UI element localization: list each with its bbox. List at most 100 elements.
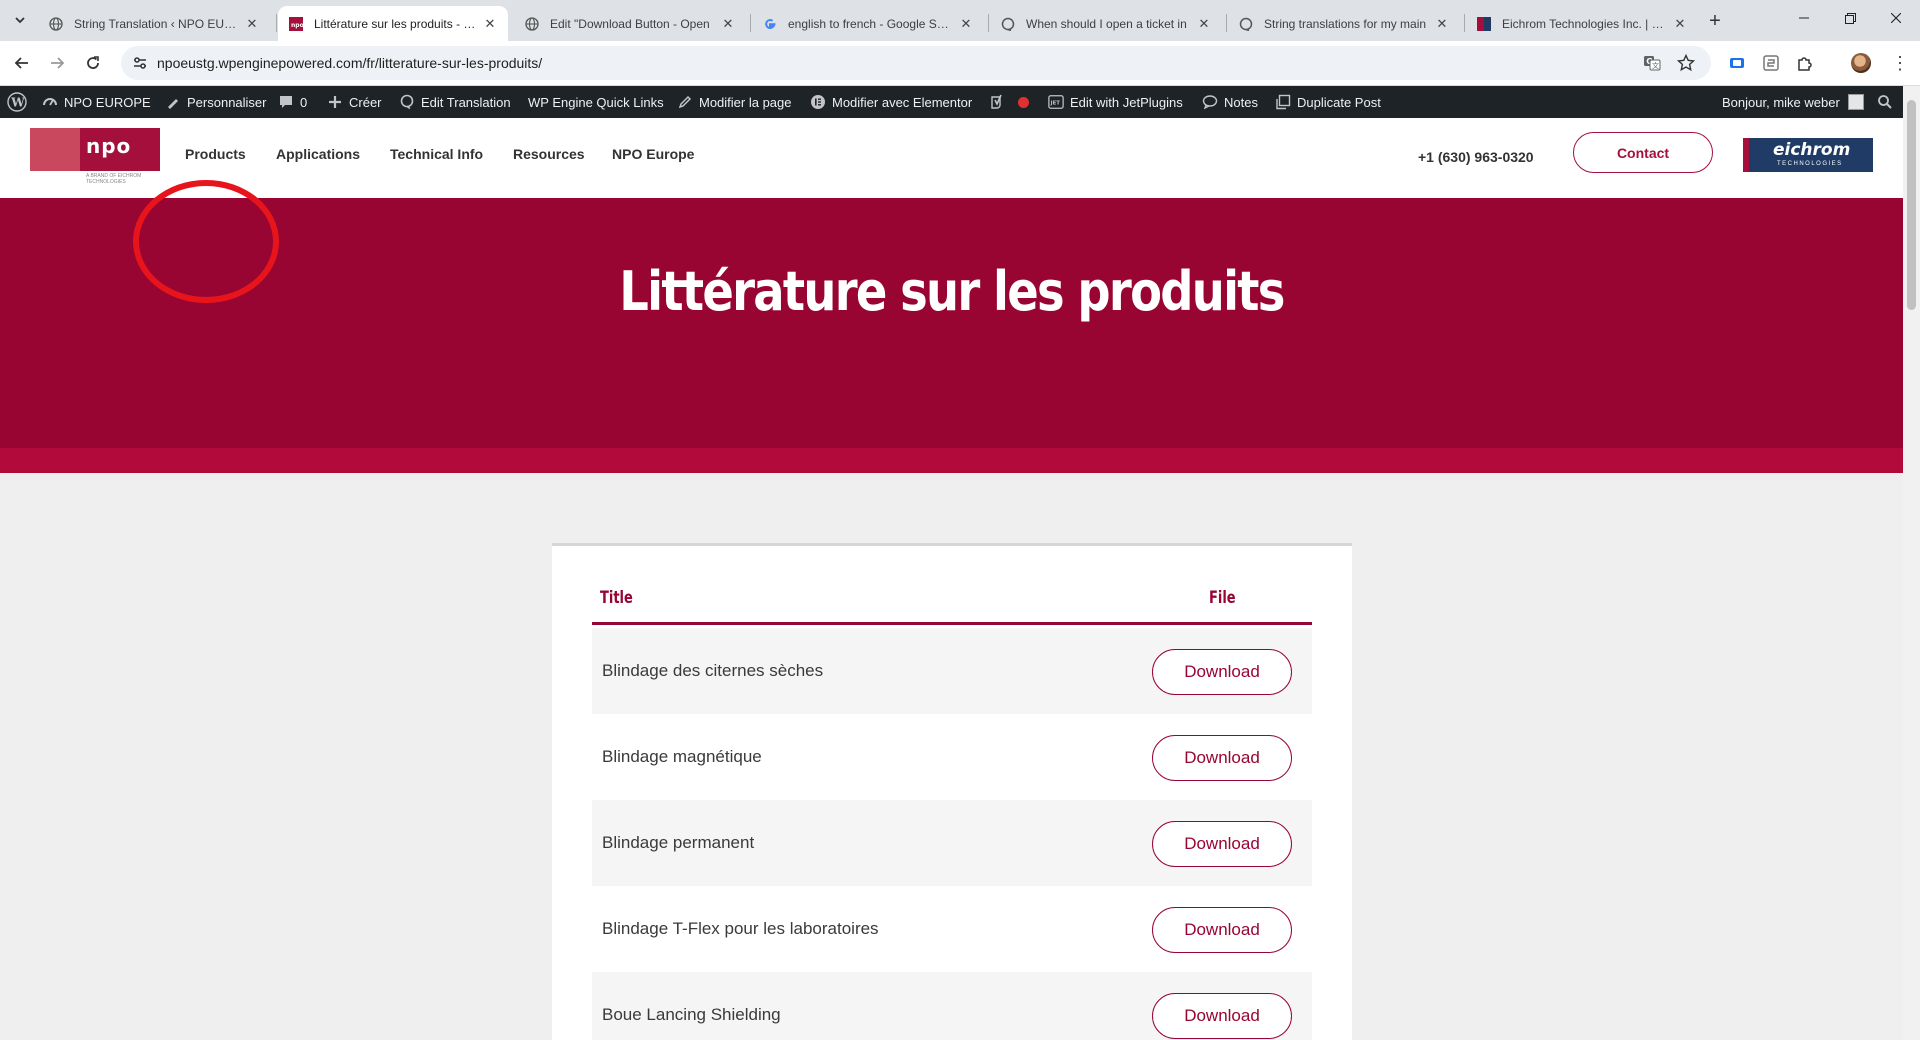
edit-elementor-label: Modifier avec Elementor bbox=[832, 94, 973, 110]
download-button[interactable]: Download bbox=[1152, 907, 1292, 953]
browser-tab-strip: String Translation ‹ NPO EUROPE ✕ npo Li… bbox=[0, 0, 1920, 41]
phone-number[interactable]: +1 (630) 963-0320 bbox=[1418, 149, 1534, 165]
browser-tab[interactable]: String translations for my main ✕ bbox=[1228, 6, 1460, 41]
extension-icon[interactable] bbox=[1760, 52, 1782, 74]
eichrom-logo[interactable]: eichrom TECHNOLOGIES bbox=[1743, 138, 1873, 172]
logo-subtitle: A BRAND OF EICHROM TECHNOLOGIES bbox=[86, 173, 142, 185]
admin-new[interactable]: Créer bbox=[327, 86, 382, 118]
admin-edit-elementor[interactable]: Modifier avec Elementor bbox=[810, 86, 972, 118]
new-tab-button[interactable]: + bbox=[1703, 9, 1727, 33]
reload-icon[interactable] bbox=[79, 49, 107, 77]
table-header: Title File bbox=[592, 586, 1312, 625]
dashboard-icon bbox=[42, 94, 58, 110]
scrollbar-thumb[interactable] bbox=[1907, 100, 1916, 310]
logo-text: npo bbox=[86, 134, 132, 158]
download-button[interactable]: Download bbox=[1152, 735, 1292, 781]
nav-item-applications[interactable]: Applications bbox=[276, 146, 360, 162]
nav-item-npo-europe[interactable]: NPO Europe bbox=[612, 146, 694, 162]
column-header-title: Title bbox=[600, 588, 633, 608]
tab-title: String translations for my main bbox=[1264, 16, 1427, 31]
admin-jetplugins[interactable]: JET Edit with JetPlugins bbox=[1048, 86, 1183, 118]
back-arrow-icon[interactable] bbox=[8, 49, 36, 77]
jetplugins-icon: JET bbox=[1048, 94, 1064, 110]
wordpress-logo-icon[interactable]: W bbox=[7, 86, 27, 118]
puzzle-extensions-icon[interactable] bbox=[1794, 52, 1816, 74]
svg-text:npo: npo bbox=[291, 22, 303, 29]
admin-duplicate-post[interactable]: Duplicate Post bbox=[1275, 86, 1381, 118]
close-icon[interactable]: ✕ bbox=[1672, 16, 1688, 32]
logo-accent bbox=[1743, 138, 1749, 172]
admin-edit-translation[interactable]: Edit Translation bbox=[399, 86, 511, 118]
table-row: Blindage des citernes sèches Download bbox=[592, 628, 1312, 714]
svg-text:文: 文 bbox=[1652, 61, 1659, 70]
page-scrollbar[interactable] bbox=[1903, 86, 1920, 1040]
admin-site-name[interactable]: NPO EUROPE bbox=[42, 86, 151, 118]
page-title: Littérature sur les produits bbox=[619, 260, 1285, 323]
document-title: Blindage magnétique bbox=[602, 747, 762, 766]
tab-title: String Translation ‹ NPO EUROPE bbox=[74, 16, 238, 31]
tab-title: Eichrom Technologies Inc. | Radio bbox=[1502, 16, 1666, 31]
browser-tab[interactable]: english to french - Google Search ✕ bbox=[752, 6, 984, 41]
close-icon[interactable]: ✕ bbox=[482, 16, 498, 32]
column-header-file: File bbox=[1209, 588, 1236, 608]
admin-wp-engine[interactable]: WP Engine Quick Links bbox=[528, 86, 664, 118]
restore-icon[interactable] bbox=[1827, 0, 1873, 36]
comments-count: 0 bbox=[300, 94, 308, 110]
contact-button[interactable]: Contact bbox=[1573, 132, 1713, 173]
svg-text:JET: JET bbox=[1050, 101, 1061, 107]
profile-avatar[interactable] bbox=[1851, 53, 1871, 73]
download-button[interactable]: Download bbox=[1152, 821, 1292, 867]
admin-customize[interactable]: Personnaliser bbox=[165, 86, 267, 118]
browser-tab[interactable]: Eichrom Technologies Inc. | Radio ✕ bbox=[1466, 6, 1698, 41]
npo-logo[interactable]: npo A BRAND OF EICHROM TECHNOLOGIES bbox=[30, 128, 160, 185]
eichrom-logo-subtitle: TECHNOLOGIES bbox=[1777, 161, 1843, 167]
download-button[interactable]: Download bbox=[1152, 993, 1292, 1039]
tab-divider bbox=[276, 14, 277, 32]
logo-accent bbox=[30, 128, 80, 171]
support-icon bbox=[1238, 16, 1254, 32]
window-close-icon[interactable] bbox=[1873, 0, 1919, 36]
npo-icon: npo bbox=[288, 16, 304, 32]
minimize-icon[interactable] bbox=[1781, 0, 1827, 36]
admin-search-icon[interactable] bbox=[1877, 86, 1893, 118]
close-icon[interactable]: ✕ bbox=[958, 16, 974, 32]
forward-arrow-icon[interactable] bbox=[43, 49, 71, 77]
document-title: Blindage des citernes sèches bbox=[602, 661, 824, 680]
new-label: Créer bbox=[349, 94, 382, 110]
close-icon[interactable]: ✕ bbox=[1196, 16, 1212, 32]
browser-tab[interactable]: Edit "Download Button - Open ✕ bbox=[514, 6, 746, 41]
duplicate-label: Duplicate Post bbox=[1297, 94, 1381, 110]
nav-item-resources[interactable]: Resources bbox=[513, 146, 585, 162]
table-row: Blindage T-Flex pour les laboratoires Do… bbox=[592, 886, 1312, 972]
customize-label: Personnaliser bbox=[187, 94, 267, 110]
admin-comments[interactable]: 0 bbox=[278, 86, 307, 118]
bookmark-star-icon[interactable] bbox=[1676, 53, 1696, 73]
close-icon[interactable]: ✕ bbox=[244, 16, 260, 32]
more-menu-icon[interactable]: ⋮ bbox=[1890, 53, 1910, 73]
extension-icon[interactable] bbox=[1726, 52, 1748, 74]
yoast-icon[interactable] bbox=[990, 86, 1006, 118]
tab-divider bbox=[1226, 14, 1227, 32]
document-title: Boue Lancing Shielding bbox=[602, 1005, 781, 1024]
translate-icon[interactable]: G文 bbox=[1642, 53, 1662, 73]
download-button[interactable]: Download bbox=[1152, 649, 1292, 695]
admin-edit-page[interactable]: Modifier la page bbox=[677, 86, 792, 118]
admin-notes[interactable]: Notes bbox=[1202, 86, 1258, 118]
browser-tab[interactable]: String Translation ‹ NPO EUROPE ✕ bbox=[38, 6, 270, 41]
seo-status-dot-icon bbox=[1018, 86, 1029, 118]
site-info-icon[interactable] bbox=[131, 54, 149, 72]
admin-account[interactable]: Bonjour, mike weber bbox=[1722, 86, 1864, 118]
edit-translation-label: Edit Translation bbox=[421, 94, 511, 110]
document-title: Blindage T-Flex pour les laboratoires bbox=[602, 919, 879, 938]
tab-divider bbox=[750, 14, 751, 32]
address-bar[interactable]: npoeustg.wpenginepowered.com/fr/litterat… bbox=[121, 46, 1711, 80]
globe-icon bbox=[524, 16, 540, 32]
tab-search-chevron-icon[interactable] bbox=[8, 8, 32, 32]
close-icon[interactable]: ✕ bbox=[720, 16, 736, 32]
browser-tab-active[interactable]: npo Littérature sur les produits - NPO ✕ bbox=[278, 6, 508, 41]
browser-tab[interactable]: When should I open a ticket in ✕ bbox=[990, 6, 1222, 41]
close-icon[interactable]: ✕ bbox=[1434, 16, 1450, 32]
eichrom-logo-text: eichrom bbox=[1773, 140, 1851, 160]
nav-item-products[interactable]: Products bbox=[185, 146, 246, 162]
nav-item-technical-info[interactable]: Technical Info bbox=[390, 146, 483, 162]
